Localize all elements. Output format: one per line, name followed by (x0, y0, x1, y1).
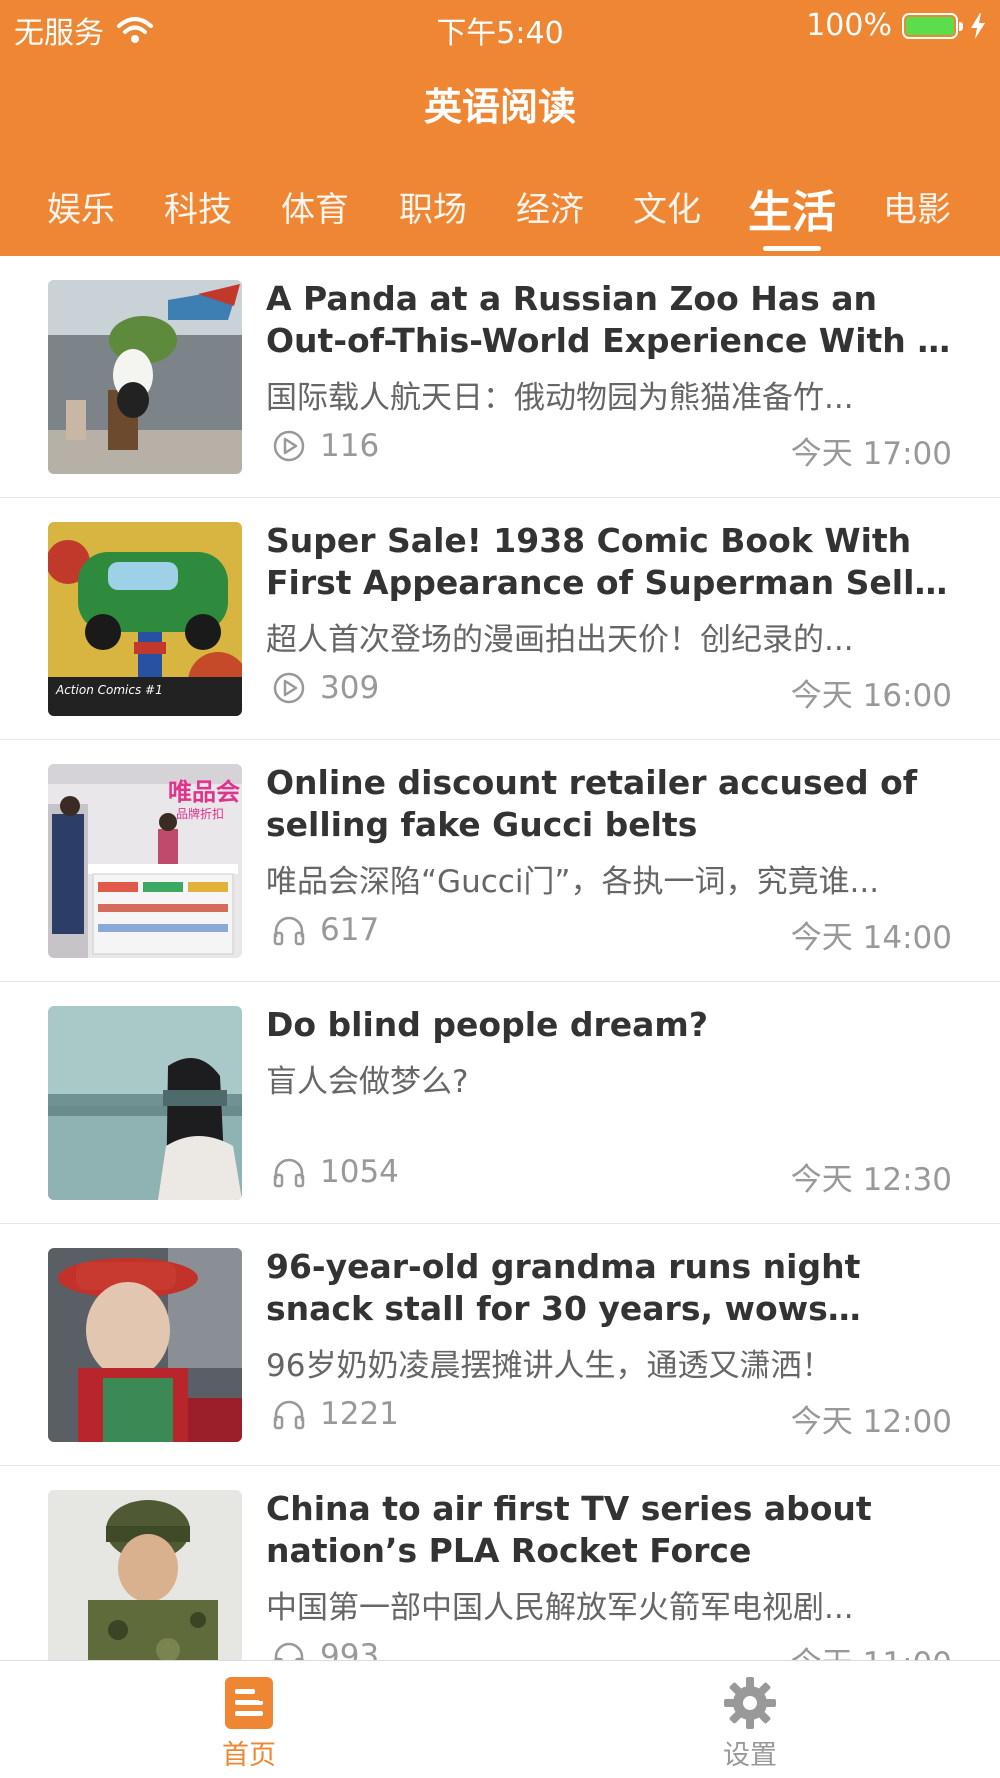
tab-culture[interactable]: 文化 (617, 182, 717, 231)
article-thumbnail (48, 1490, 242, 1684)
status-bar: 无服务 下午5:40 100% (0, 0, 1000, 51)
tab-movies[interactable]: 电影 (867, 182, 967, 231)
article-title-en: Super Sale! 1938 Comic Book With First A… (266, 521, 935, 602)
bottom-tab-bar: 首页 设置 (0, 1660, 1000, 1778)
article-title-en: Online discount retailer accused of sell… (266, 763, 918, 844)
headphones-icon (273, 1400, 305, 1430)
article-item[interactable]: A Panda at a Russian Zoo Has an Out-of-T… (0, 256, 1000, 498)
play-circle-icon (273, 672, 305, 704)
tab-economy[interactable]: 经济 (500, 182, 600, 231)
category-tabs: 娱乐 科技 体育 职场 经济 文化 生活 电影 (0, 176, 1000, 256)
article-time: 今天 12:00 (790, 1404, 952, 1440)
article-title-cn: 96岁奶奶凌晨摆摊讲人生，通透又潇洒！ (266, 1348, 833, 1384)
battery-percent: 100% (806, 8, 892, 43)
battery-fill (906, 16, 954, 35)
tab-life[interactable]: 生活 (742, 176, 842, 240)
document-icon (225, 1677, 273, 1729)
article-time: 今天 17:00 (790, 436, 952, 472)
headphones-icon (273, 916, 305, 946)
article-title-cn: 超人首次登场的漫画拍出天价！创纪录的... (266, 622, 854, 658)
play-circle-icon (273, 430, 305, 462)
article-time: 今天 14:00 (790, 920, 952, 956)
tab-entertainment[interactable]: 娱乐 (31, 182, 131, 231)
thumb-subsign: 品牌折扣 (176, 806, 224, 821)
article-title-en: China to air first TV series about natio… (266, 1489, 872, 1570)
article-view-count: 309 (272, 670, 379, 706)
gear-icon (724, 1677, 776, 1729)
tab-home[interactable]: 首页 (189, 1675, 309, 1772)
article-listen-count: 1221 (272, 1396, 399, 1432)
article-view-count: 116 (272, 428, 379, 464)
tab-settings[interactable]: 设置 (690, 1675, 810, 1772)
article-listen-count: 1054 (272, 1154, 399, 1190)
tab-workplace[interactable]: 职场 (383, 182, 483, 231)
article-thumbnail (48, 1006, 242, 1200)
app-header: 无服务 下午5:40 100% 英语阅读 娱乐 科技 体育 职场 经济 文化 生… (0, 0, 1000, 256)
article-thumbnail (48, 280, 242, 474)
article-title-en: 96-year-old grandma runs night snack sta… (266, 1247, 861, 1328)
article-item[interactable]: Do blind people dream? 盲人会做梦么? 1054 今天 1… (0, 982, 1000, 1224)
article-item[interactable]: 唯品会 品牌折扣 Online discount retailer accuse… (0, 740, 1000, 982)
count-value: 116 (320, 428, 380, 464)
article-time: 今天 16:00 (790, 678, 952, 714)
tab-technology[interactable]: 科技 (148, 182, 248, 231)
tab-sports[interactable]: 体育 (265, 182, 365, 231)
headphones-icon (273, 1158, 305, 1188)
article-thumbnail: Action Comics #1 (48, 522, 242, 716)
battery-icon (902, 12, 963, 39)
page-title: 英语阅读 (423, 85, 576, 129)
article-title-cn: 唯品会深陷“Gucci门”，各执一词，究竟谁... (266, 864, 880, 900)
count-value: 1221 (320, 1396, 399, 1432)
article-title-en: Do blind people dream? (266, 1005, 708, 1044)
active-tab-indicator (763, 246, 821, 251)
article-item[interactable]: Action Comics #1 Super Sale! 1938 Comic … (0, 498, 1000, 740)
count-value: 309 (320, 670, 380, 706)
article-item[interactable]: 96-year-old grandma runs night snack sta… (0, 1224, 1000, 1466)
article-thumbnail: 唯品会 品牌折扣 (48, 764, 242, 958)
article-title-cn: 盲人会做梦么? (266, 1064, 469, 1100)
article-title-cn: 国际载人航天日：俄动物园为熊猫准备竹... (266, 380, 854, 416)
thumb-caption: Action Comics #1 (55, 683, 163, 697)
thumb-sign: 唯品会 (168, 778, 240, 806)
count-value: 1054 (320, 1154, 399, 1190)
tab-settings-label: 设置 (723, 1740, 777, 1771)
article-listen-count: 617 (272, 912, 379, 948)
article-thumbnail (48, 1248, 242, 1442)
article-title-cn: 中国第一部中国人民解放军火箭军电视剧... (266, 1590, 854, 1626)
count-value: 617 (320, 912, 380, 948)
charging-bolt-icon (971, 12, 985, 39)
article-title-en: A Panda at a Russian Zoo Has an Out-of-T… (266, 279, 940, 360)
article-time: 今天 12:30 (790, 1162, 952, 1198)
tab-home-label: 首页 (222, 1740, 276, 1771)
status-right: 100% (806, 8, 986, 43)
